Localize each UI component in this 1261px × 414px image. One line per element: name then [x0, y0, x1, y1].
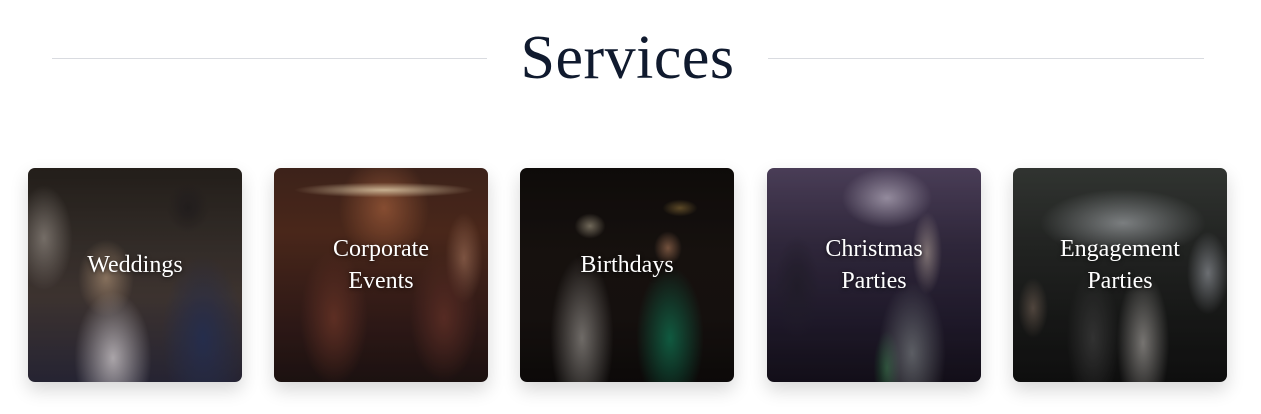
service-card-corporate-events[interactable]: Corporate Events [274, 168, 488, 382]
service-cards: Weddings Corporate Events Birthdays Chri… [0, 0, 1261, 414]
service-card-weddings[interactable]: Weddings [28, 168, 242, 382]
service-card-christmas-parties[interactable]: Christmas Parties [767, 168, 981, 382]
service-card-birthdays[interactable]: Birthdays [520, 168, 734, 382]
service-card-label: Engagement Parties [1060, 236, 1180, 294]
service-card-label: Birthdays [580, 252, 674, 278]
service-card-label: Corporate Events [333, 236, 429, 294]
service-card-engagement-parties[interactable]: Engagement Parties [1013, 168, 1227, 382]
service-card-label: Weddings [87, 252, 183, 278]
service-card-label: Christmas Parties [825, 236, 923, 294]
